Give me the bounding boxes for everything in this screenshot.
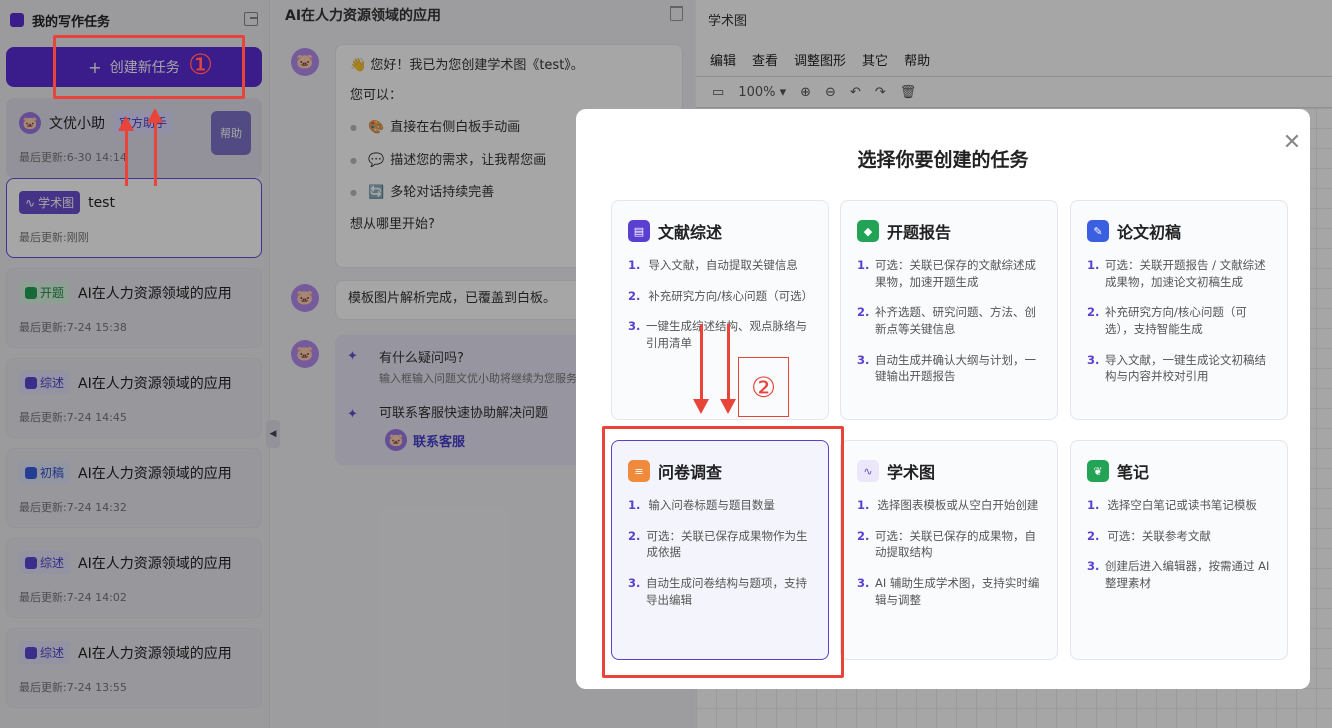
arrow-up-icon: [147, 108, 163, 186]
step-item: 2. 补齐选题、研究问题、方法、创新点等关键信息: [857, 305, 1036, 337]
step-item: 3. 一键生成综述结构、观点脉络与引用清单: [628, 319, 807, 351]
academic-figure-icon: ∿: [857, 460, 879, 482]
close-icon[interactable]: ✕: [1282, 132, 1302, 154]
step-item: 2. 可选：关联参考文献: [1087, 528, 1211, 543]
step-marker-2: ②: [738, 357, 789, 417]
literature-review-icon: ▤: [628, 220, 650, 242]
step-item: 2. 补充研究方向/核心问题（可选），支持智能生成: [1087, 305, 1247, 337]
step-marker-1: ①: [188, 48, 214, 81]
step-item: 3. 自动生成并确认大纲与计划，一键输出开题报告: [857, 352, 1036, 384]
highlight-box-create: [53, 35, 245, 99]
leaf-icon: ❦: [1087, 460, 1109, 482]
option-proposal[interactable]: ◆ 开题报告 1. 可选：关联已保存的文献综述成果物，加速开题生成 2. 补齐选题、研…: [840, 200, 1058, 420]
dialog-title: 选择你要创建的任务: [857, 149, 1029, 171]
step-item: 3. 创建后进入编辑器，按需通过 AI 整理素材: [1087, 559, 1270, 591]
option-draft[interactable]: ✎ 论文初稿 1. 可选：关联开题报告 / 文献综述成果物，加速论文初稿生成 2. 补…: [1070, 200, 1288, 420]
arrow-down-icon: [720, 324, 736, 414]
draft-icon: ✎: [1087, 220, 1109, 242]
proposal-icon: ◆: [857, 220, 879, 242]
step-item: 1. 选择图表模板或从空白开始创建: [857, 498, 1039, 512]
option-academic-figure[interactable]: ∿ 学术图 1. 选择图表模板或从空白开始创建 2. 可选：关联已保存的成果物，自动提…: [840, 440, 1058, 660]
step-item: 1. 导入文献，自动提取关键信息: [628, 258, 798, 272]
arrow-down-icon: [693, 324, 709, 414]
step-item: 1. 可选：关联开题报告 / 文献综述成果物，加速论文初稿生成: [1087, 258, 1266, 289]
option-literature-review[interactable]: ▤ 文献综述 1. 导入文献，自动提取关键信息 2. 补充研究方向/核心问题（可选） …: [611, 200, 829, 420]
step-item: 1. 可选：关联已保存的文献综述成果物，加速开题生成: [857, 258, 1036, 289]
highlight-box-survey: [602, 426, 844, 678]
arrow-up-icon: [118, 116, 134, 186]
step-item: 1. 选择空白笔记或读书笔记模板: [1087, 498, 1257, 512]
step-item: 2. 补充研究方向/核心问题（可选）: [628, 288, 814, 303]
option-notes[interactable]: ❦ 笔记 1. 选择空白笔记或读书笔记模板 2. 可选：关联参考文献 3. 创建后进入编…: [1070, 440, 1288, 660]
step-item: 3. 导入文献，一键生成论文初稿结构与内容并校对引用: [1087, 352, 1266, 384]
step-item: 3. AI 辅助生成学术图，支持实时编辑与调整: [857, 576, 1040, 607]
step-item: 2. 可选：关联已保存的成果物，自动提取结构: [857, 528, 1036, 560]
